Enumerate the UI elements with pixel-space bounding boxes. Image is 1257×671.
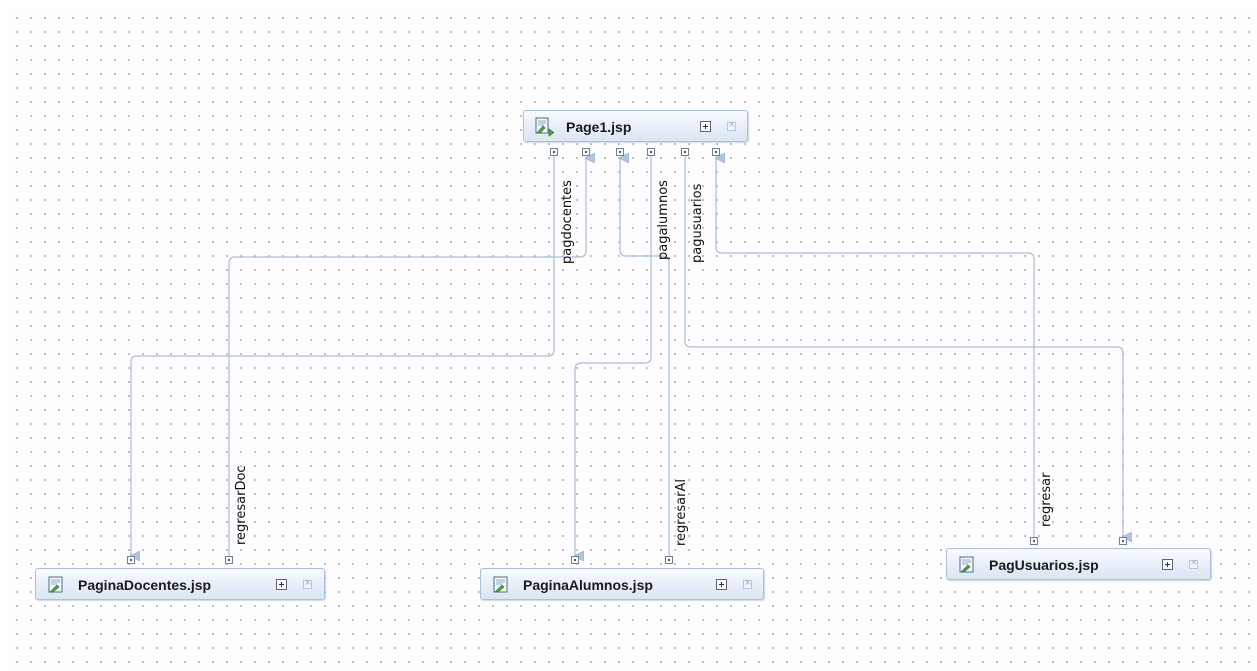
edge-pagdocentes [131, 156, 555, 556]
page-node-pagusuarios[interactable]: PagUsuarios.jsp [946, 548, 1211, 580]
page-node-paginaalumnos[interactable]: PaginaAlumnos.jsp [480, 568, 764, 600]
edge-label-pagdocentes[interactable]: pagdocentes [560, 180, 575, 264]
expand-icon[interactable] [276, 579, 287, 590]
pin-alumnos-regresaral[interactable] [665, 556, 673, 564]
pin-page1-pagalumnos[interactable] [647, 148, 655, 156]
page-node-paginadocentes[interactable]: PaginaDocentes.jsp [35, 568, 325, 600]
jsp-start-page-icon [535, 117, 554, 137]
pin-page1-regresaral[interactable] [616, 148, 624, 156]
edge-regresardoc [228, 158, 586, 556]
pin-usuarios-in[interactable] [1119, 537, 1127, 545]
page-node-title: PagUsuarios.jsp [989, 557, 1099, 573]
jsp-page-icon [48, 576, 63, 593]
close-icon[interactable] [303, 578, 312, 589]
pin-page1-pagdocentes[interactable] [550, 148, 558, 156]
pin-page1-regresar[interactable] [712, 148, 720, 156]
page-node-title: Page1.jsp [566, 119, 632, 135]
expand-icon[interactable] [716, 579, 727, 590]
pin-usuarios-regresar[interactable] [1030, 537, 1038, 545]
edge-label-regresardoc[interactable]: regresarDoc [234, 465, 249, 545]
edge-label-pagalumnos[interactable]: pagalumnos [656, 180, 671, 260]
page-node-title: PaginaDocentes.jsp [78, 577, 212, 593]
close-icon[interactable] [1189, 558, 1198, 569]
close-icon[interactable] [743, 578, 752, 589]
pin-page1-regresardoc[interactable] [582, 148, 590, 156]
expand-icon[interactable] [700, 121, 711, 132]
edge-label-regresar[interactable]: regresar [1039, 473, 1054, 527]
pin-docentes-in[interactable] [127, 556, 135, 564]
edge-label-regresaral[interactable]: regresarAl [674, 479, 689, 546]
close-icon[interactable] [727, 120, 736, 131]
pin-docentes-regresardoc[interactable] [225, 556, 233, 564]
jsp-page-icon [493, 576, 508, 593]
page-node-title: PaginaAlumnos.jsp [523, 577, 653, 593]
page-node-page1[interactable]: Page1.jsp [523, 110, 748, 142]
pin-page1-pagusuarios[interactable] [681, 148, 689, 156]
jsp-page-icon [959, 556, 974, 573]
expand-icon[interactable] [1162, 559, 1173, 570]
pin-alumnos-in[interactable] [571, 556, 579, 564]
edge-label-pagusuarios[interactable]: pagusuarios [690, 184, 705, 263]
edge-pagusuarios [684, 156, 1123, 537]
